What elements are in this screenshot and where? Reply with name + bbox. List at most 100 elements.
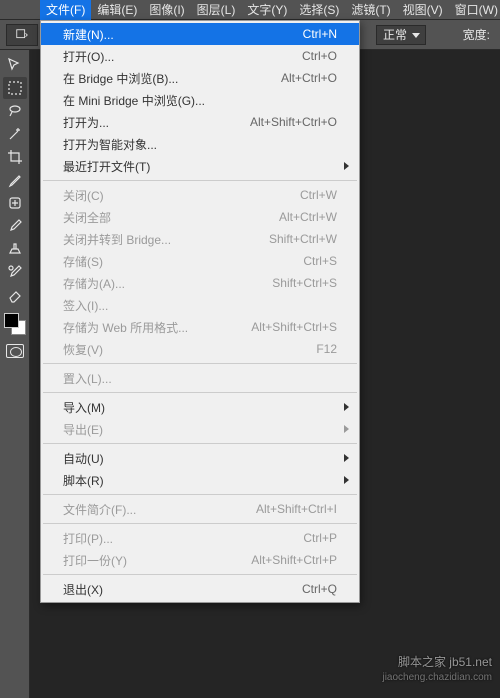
- menu-item-label: 关闭(C): [63, 187, 104, 204]
- menu-separator: [43, 574, 357, 575]
- menu-item-25: 文件简介(F)... Alt+Shift+Ctrl+I: [41, 498, 359, 520]
- menubar-item-2[interactable]: 图像(I): [143, 0, 190, 20]
- lasso-tool[interactable]: [3, 100, 27, 122]
- menu-item-28: 打印一份(Y) Alt+Shift+Ctrl+P: [41, 549, 359, 571]
- menu-item-shortcut: Ctrl+S: [303, 254, 337, 268]
- tool-preset-picker[interactable]: [6, 24, 38, 46]
- menu-item-2[interactable]: 在 Bridge 中浏览(B)... Alt+Ctrl+O: [41, 67, 359, 89]
- menu-item-shortcut: Alt+Shift+Ctrl+P: [251, 553, 337, 567]
- menu-item-label: 打开为智能对象...: [63, 136, 157, 153]
- menu-item-10: 关闭并转到 Bridge... Shift+Ctrl+W: [41, 228, 359, 250]
- menu-item-label: 恢复(V): [63, 341, 103, 358]
- menu-separator: [43, 392, 357, 393]
- menu-item-shortcut: Alt+Shift+Ctrl+S: [251, 320, 337, 334]
- menu-item-shortcut: Ctrl+O: [302, 49, 337, 63]
- menu-item-1[interactable]: 打开(O)... Ctrl+O: [41, 45, 359, 67]
- menu-item-label: 打印一份(Y): [63, 552, 127, 569]
- menubar-item-3[interactable]: 图层(L): [191, 0, 242, 20]
- menu-item-6[interactable]: 最近打开文件(T): [41, 155, 359, 177]
- menu-item-label: 打开为...: [63, 114, 109, 131]
- menu-item-label: 导入(M): [63, 399, 105, 416]
- menubar-item-5[interactable]: 选择(S): [293, 0, 345, 20]
- menu-item-label: 置入(L)...: [63, 370, 112, 387]
- menu-separator: [43, 523, 357, 524]
- menu-item-11: 存储(S) Ctrl+S: [41, 250, 359, 272]
- healing-brush-tool[interactable]: [3, 192, 27, 214]
- menu-item-label: 存储为 Web 所用格式...: [63, 319, 188, 336]
- magic-wand-tool[interactable]: [3, 123, 27, 145]
- width-label: 宽度:: [463, 26, 490, 43]
- menu-item-label: 脚本(R): [63, 472, 104, 489]
- menu-item-label: 签入(I)...: [63, 297, 108, 314]
- color-swatches[interactable]: [4, 313, 26, 335]
- menu-item-shortcut: Ctrl+Q: [302, 582, 337, 596]
- menu-item-label: 打开(O)...: [63, 48, 114, 65]
- menu-item-label: 自动(U): [63, 450, 104, 467]
- eraser-tool[interactable]: [3, 284, 27, 306]
- menu-item-shortcut: Alt+Ctrl+O: [281, 71, 337, 85]
- menubar-item-8[interactable]: 窗口(W): [449, 0, 500, 20]
- menu-item-19[interactable]: 导入(M): [41, 396, 359, 418]
- menubar: 文件(F)编辑(E)图像(I)图层(L)文字(Y)选择(S)滤镜(T)视图(V)…: [0, 0, 500, 20]
- menu-item-shortcut: Ctrl+N: [303, 27, 337, 41]
- menu-separator: [43, 180, 357, 181]
- menu-item-20: 导出(E): [41, 418, 359, 440]
- menu-item-shortcut: Alt+Shift+Ctrl+O: [250, 115, 337, 129]
- menu-item-label: 存储(S): [63, 253, 103, 270]
- menu-item-label: 在 Bridge 中浏览(B)...: [63, 70, 178, 87]
- file-menu-dropdown: 新建(N)... Ctrl+N 打开(O)... Ctrl+O 在 Bridge 中浏览…: [40, 20, 360, 603]
- menu-item-shortcut: Alt+Ctrl+W: [279, 210, 337, 224]
- menubar-item-1[interactable]: 编辑(E): [91, 0, 143, 20]
- crop-tool[interactable]: [3, 146, 27, 168]
- menu-item-label: 关闭并转到 Bridge...: [63, 231, 171, 248]
- menu-item-shortcut: Shift+Ctrl+S: [272, 276, 337, 290]
- move-tool[interactable]: [3, 54, 27, 76]
- menu-item-5[interactable]: 打开为智能对象...: [41, 133, 359, 155]
- menu-separator: [43, 363, 357, 364]
- menu-item-4[interactable]: 打开为... Alt+Shift+Ctrl+O: [41, 111, 359, 133]
- foreground-color[interactable]: [4, 313, 19, 328]
- menubar-item-4[interactable]: 文字(Y): [241, 0, 293, 20]
- tools-panel: [0, 50, 30, 698]
- menu-item-shortcut: Shift+Ctrl+W: [269, 232, 337, 246]
- menu-item-27: 打印(P)... Ctrl+P: [41, 527, 359, 549]
- menu-item-label: 新建(N)...: [63, 26, 114, 43]
- clone-stamp-tool[interactable]: [3, 238, 27, 260]
- menu-item-label: 最近打开文件(T): [63, 158, 150, 175]
- menu-item-17: 置入(L)...: [41, 367, 359, 389]
- menubar-item-6[interactable]: 滤镜(T): [345, 0, 396, 20]
- blend-mode-select[interactable]: 正常: [376, 25, 426, 45]
- menu-item-9: 关闭全部 Alt+Ctrl+W: [41, 206, 359, 228]
- menubar-item-0[interactable]: 文件(F): [40, 0, 91, 20]
- menu-item-label: 存储为(A)...: [63, 275, 125, 292]
- menu-item-14: 存储为 Web 所用格式... Alt+Shift+Ctrl+S: [41, 316, 359, 338]
- brush-tool[interactable]: [3, 215, 27, 237]
- menu-item-label: 关闭全部: [63, 209, 111, 226]
- menu-item-shortcut: Ctrl+P: [303, 531, 337, 545]
- menu-item-3[interactable]: 在 Mini Bridge 中浏览(G)...: [41, 89, 359, 111]
- history-brush-tool[interactable]: [3, 261, 27, 283]
- menu-item-23[interactable]: 脚本(R): [41, 469, 359, 491]
- menu-item-shortcut: Ctrl+W: [300, 188, 337, 202]
- menu-item-shortcut: Alt+Shift+Ctrl+I: [256, 502, 337, 516]
- menu-item-22[interactable]: 自动(U): [41, 447, 359, 469]
- menu-item-12: 存储为(A)... Shift+Ctrl+S: [41, 272, 359, 294]
- menu-item-label: 导出(E): [63, 421, 103, 438]
- menu-item-shortcut: F12: [316, 342, 337, 356]
- menu-item-label: 在 Mini Bridge 中浏览(G)...: [63, 92, 205, 109]
- quick-mask-toggle[interactable]: [6, 344, 24, 358]
- menu-item-label: 退出(X): [63, 581, 103, 598]
- menu-item-0[interactable]: 新建(N)... Ctrl+N: [41, 23, 359, 45]
- watermark: 脚本之家 jb51.net jiaocheng.chazidian.com: [382, 654, 492, 686]
- eyedropper-tool[interactable]: [3, 169, 27, 191]
- menu-item-13: 签入(I)...: [41, 294, 359, 316]
- menu-item-label: 文件简介(F)...: [63, 501, 136, 518]
- menu-item-15: 恢复(V) F12: [41, 338, 359, 360]
- menubar-item-7[interactable]: 视图(V): [397, 0, 449, 20]
- menu-item-8: 关闭(C) Ctrl+W: [41, 184, 359, 206]
- menu-item-30[interactable]: 退出(X) Ctrl+Q: [41, 578, 359, 600]
- marquee-tool[interactable]: [3, 77, 27, 99]
- menu-separator: [43, 443, 357, 444]
- menu-item-label: 打印(P)...: [63, 530, 113, 547]
- menu-separator: [43, 494, 357, 495]
